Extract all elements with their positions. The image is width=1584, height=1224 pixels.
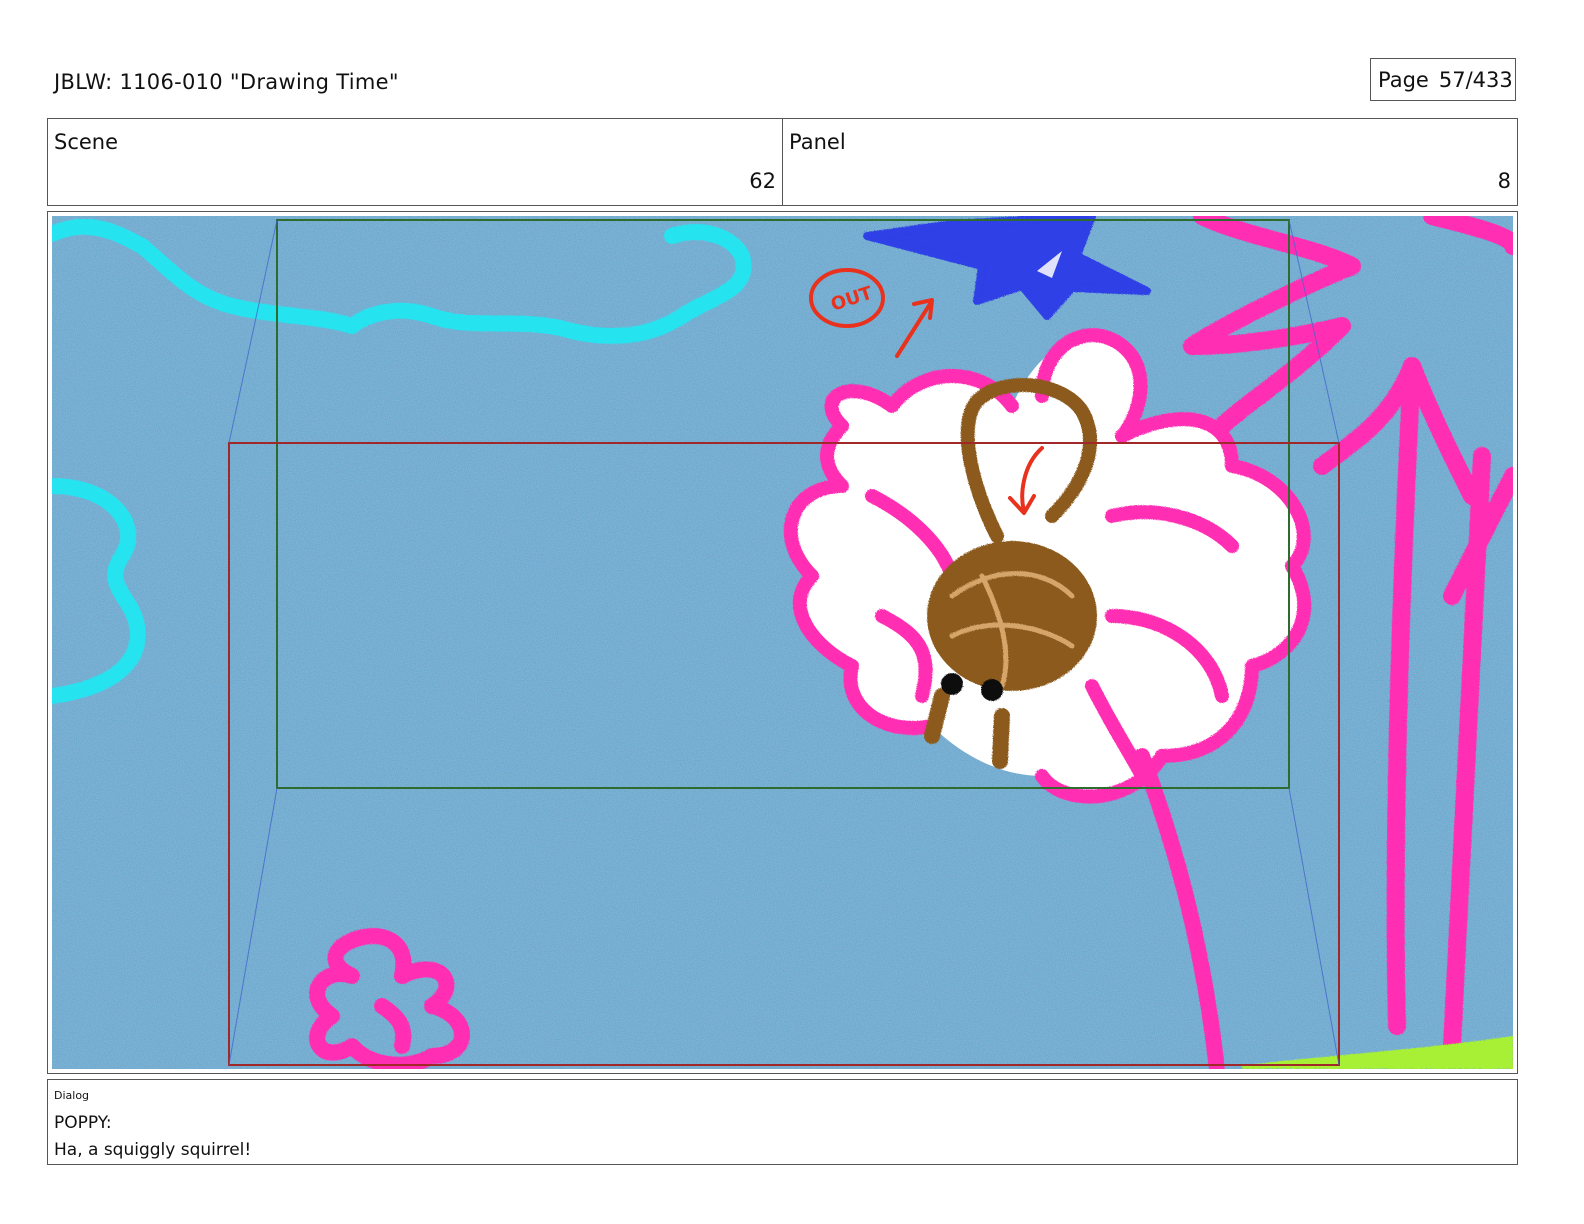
- squirrel-eye-right: [981, 679, 1003, 701]
- panel-label: Panel: [789, 130, 846, 154]
- page-label: Page: [1378, 67, 1429, 92]
- panel-number: 8: [1497, 169, 1511, 193]
- scene-label: Scene: [54, 130, 119, 154]
- page-indicator: Page 57/433: [1370, 58, 1516, 101]
- dialog-box: Dialog POPPY: Ha, a squiggly squirrel!: [47, 1079, 1518, 1165]
- storyboard-frame: OUT: [47, 211, 1518, 1074]
- scene-number: 62: [749, 169, 776, 193]
- dialog-speaker: POPPY:: [54, 1113, 112, 1133]
- storyboard-artwork: OUT: [52, 216, 1513, 1069]
- squirrel-body: [927, 541, 1097, 691]
- document-title: JBLW: 1106-010 "Drawing Time": [54, 70, 399, 94]
- scene-cell: Scene 62: [48, 119, 783, 205]
- page-number: 57/433: [1438, 67, 1513, 92]
- panel-cell: Panel 8: [783, 119, 1517, 205]
- dialog-label: Dialog: [54, 1089, 90, 1102]
- squirrel-eye-left: [941, 673, 963, 695]
- dialog-line: Ha, a squiggly squirrel!: [54, 1140, 252, 1160]
- scene-panel-row: Scene 62 Panel 8: [47, 118, 1518, 206]
